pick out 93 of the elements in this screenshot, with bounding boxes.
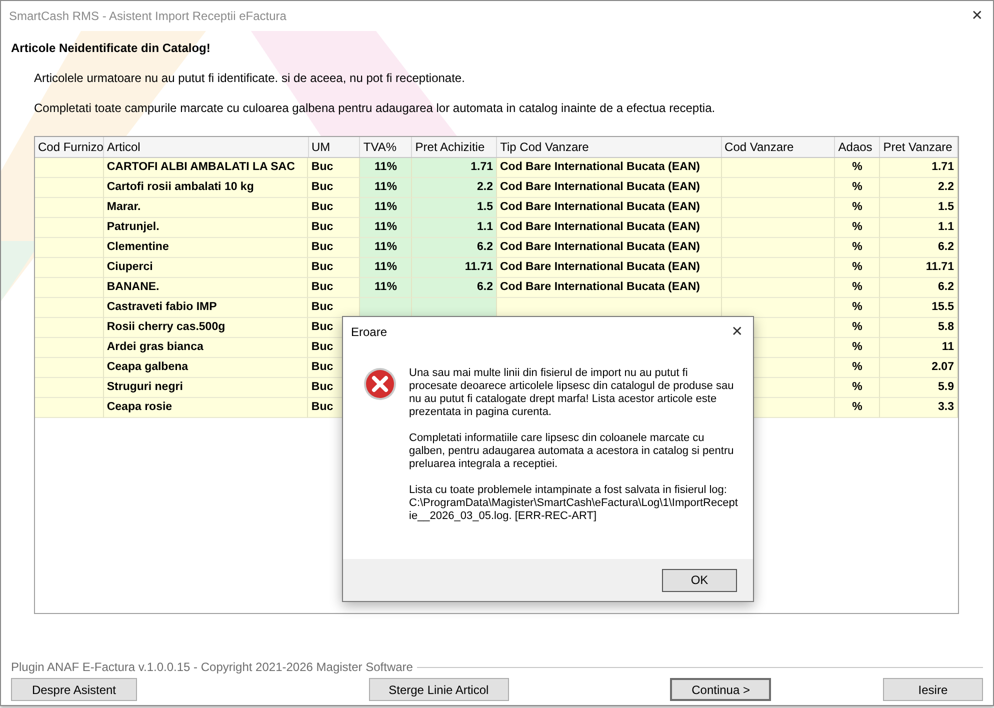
table-cell: 11 xyxy=(880,338,958,358)
instruction-text: Completati toate campurile marcate cu culoarea galbena pentru adaugarea lor automata in catalog inainte de a efectua receptia. xyxy=(34,101,716,115)
table-cell: Cod Bare International Bucata (EAN) xyxy=(497,278,722,298)
column-header[interactable]: TVA% xyxy=(360,137,412,157)
table-cell: 6.2 xyxy=(412,278,497,298)
table-cell: % xyxy=(835,358,880,378)
table-cell: % xyxy=(835,378,880,398)
table-cell: 1.5 xyxy=(412,198,497,218)
table-cell: Cartofi rosii ambalati 10 kg xyxy=(104,178,308,198)
footer-button[interactable]: Despre Asistent xyxy=(11,678,137,701)
table-cell: 11.71 xyxy=(412,258,497,278)
table-cell: Buc xyxy=(308,258,360,278)
table-cell: Cod Bare International Bucata (EAN) xyxy=(497,238,722,258)
table-cell: 11% xyxy=(360,158,412,178)
table-cell: Buc xyxy=(308,298,360,318)
table-cell: Cod Bare International Bucata (EAN) xyxy=(497,158,722,178)
column-header[interactable]: UM xyxy=(308,137,360,157)
column-header[interactable]: Pret Vanzare xyxy=(880,137,958,157)
table-cell: 11% xyxy=(360,218,412,238)
column-header[interactable]: Cod Vanzare xyxy=(722,137,836,157)
column-header[interactable]: Cod Furnizo xyxy=(35,137,104,157)
table-cell: 1.1 xyxy=(412,218,497,238)
table-cell: 2.2 xyxy=(880,178,958,198)
table-cell: Cod Bare International Bucata (EAN) xyxy=(497,178,722,198)
table-cell: % xyxy=(835,398,880,418)
close-button[interactable]: ✕ xyxy=(721,324,753,340)
table-cell: Buc xyxy=(308,178,360,198)
table-cell: 11% xyxy=(360,278,412,298)
table-cell: Rosii cherry cas.500g xyxy=(104,318,308,338)
table-cell: Patrunjel. xyxy=(104,218,308,238)
table-cell: Cod Bare International Bucata (EAN) xyxy=(497,198,722,218)
table-cell: Buc xyxy=(308,218,360,238)
table-cell: 11% xyxy=(360,198,412,218)
table-cell: 11% xyxy=(360,258,412,278)
table-cell: Ardei gras bianca xyxy=(104,338,308,358)
table-cell: 1.5 xyxy=(880,198,958,218)
table-cell: % xyxy=(835,258,880,278)
table-cell: 3.3 xyxy=(880,398,958,418)
table-cell: 1.1 xyxy=(880,218,958,238)
table-cell: Marar. xyxy=(104,198,308,218)
table-cell: 2.07 xyxy=(880,358,958,378)
table-cell: 5.9 xyxy=(880,378,958,398)
column-header[interactable]: Tip Cod Vanzare xyxy=(497,137,722,157)
ok-button[interactable]: OK xyxy=(662,568,737,592)
footer-button[interactable]: Sterge Linie Articol xyxy=(368,678,509,701)
table-cell: % xyxy=(835,198,880,218)
table-cell: Struguri negri xyxy=(104,378,308,398)
table-cell: Buc xyxy=(308,238,360,258)
instruction-text: Articolele urmatoare nu au putut fi identificate. si de aceea, nu pot fi receptionate. xyxy=(34,71,465,85)
message-text: Una sau mai multe linii din fisierul de import nu au putut fi procesate deoarece articolele lipsesc din catalogul de produse sau nu au putut fi catalogate drept marfa! Lista acestor articole este prezentata in pagina curenta. xyxy=(409,367,735,419)
message-text: Lista cu toate problemele intampinate a fost salvata in fisierul log: C:\ProgramData\Magister\SmartCash\eFactura\Log\1\ImportReceptie__2026_03_05.log. [ERR-REC-ART] xyxy=(409,484,739,523)
table-cell: 5.8 xyxy=(880,318,958,338)
column-header[interactable]: Articol xyxy=(104,137,308,157)
table-cell: 11% xyxy=(360,178,412,198)
footer-button[interactable]: Iesire xyxy=(882,678,983,701)
window-title: SmartCash RMS - Asistent Import Receptii eFactura xyxy=(9,9,286,23)
table-cell: Ciuperci xyxy=(104,258,308,278)
table-cell: 15.5 xyxy=(880,298,958,318)
column-header[interactable]: Pret Achizitie xyxy=(412,137,498,157)
table-cell: Ceapa galbena xyxy=(104,358,308,378)
table-cell: 11% xyxy=(360,238,412,258)
table-cell: Cod Bare International Bucata (EAN) xyxy=(497,258,722,278)
close-button[interactable]: ✕ xyxy=(961,8,993,24)
page-heading: Articole Neidentificate din Catalog! xyxy=(11,41,210,55)
footer-button[interactable]: Continua > xyxy=(670,678,772,701)
table-cell: Buc xyxy=(308,198,360,218)
table-cell: Clementine xyxy=(104,238,308,258)
table-cell: % xyxy=(835,318,880,338)
table-cell: % xyxy=(835,238,880,258)
table-cell: 11.71 xyxy=(880,258,958,278)
table-cell: Ceapa rosie xyxy=(104,398,308,418)
table-cell: Cod Bare International Bucata (EAN) xyxy=(497,218,722,238)
table-cell: % xyxy=(835,278,880,298)
error-icon xyxy=(363,367,397,401)
table-cell: % xyxy=(835,338,880,358)
table-cell: Buc xyxy=(308,278,360,298)
table-cell: 2.2 xyxy=(412,178,497,198)
table-cell: BANANE. xyxy=(104,278,308,298)
table-cell: 6.2 xyxy=(880,238,958,258)
table-cell: % xyxy=(835,158,880,178)
column-header[interactable]: Adaos xyxy=(835,137,880,157)
table-cell: % xyxy=(835,298,880,318)
table-cell: CARTOFI ALBI AMBALATI LA SAC xyxy=(104,158,308,178)
table-cell: Buc xyxy=(308,158,360,178)
table-cell: 1.71 xyxy=(412,158,497,178)
table-cell: % xyxy=(835,178,880,198)
table-cell: 6.2 xyxy=(880,278,958,298)
message-text: Completati informatiile care lipsesc din coloanele marcate cu galben, pentru adaugarea automata a acestora in catalog si pentru preluarea integrala a receptiei. xyxy=(409,432,735,471)
version-text: Plugin ANAF E-Factura v.1.0.0.15 - Copyright 2021-2026 Magister Software xyxy=(11,660,413,674)
table-cell: 1.71 xyxy=(880,158,958,178)
table-cell: % xyxy=(835,218,880,238)
table-cell: Castraveti fabio IMP xyxy=(104,298,308,318)
table-cell: 6.2 xyxy=(412,238,497,258)
